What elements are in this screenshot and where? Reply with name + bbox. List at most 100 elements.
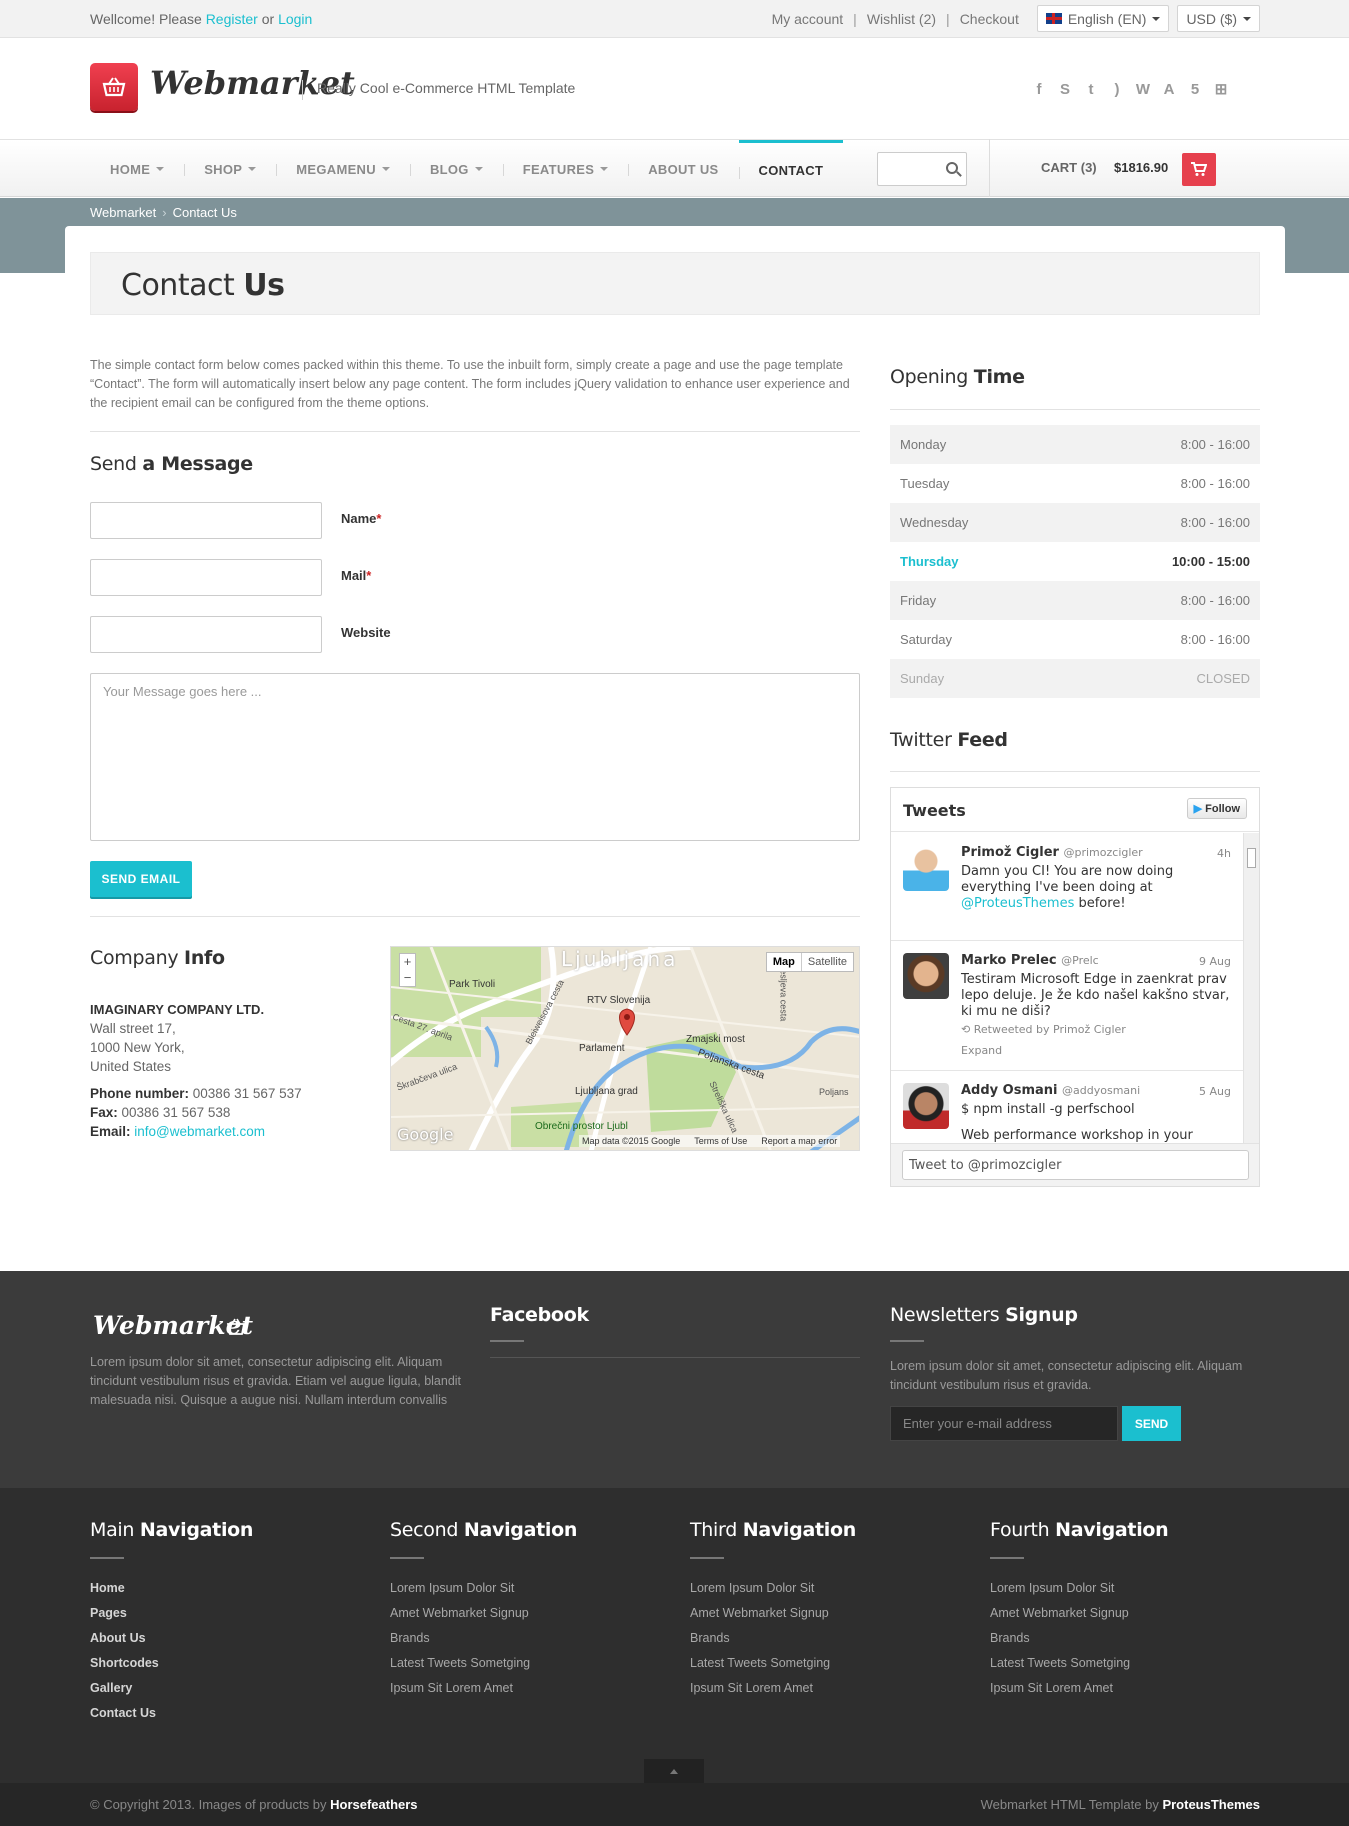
footer-link[interactable]: Lorem Ipsum Dolor Sit <box>690 1576 830 1601</box>
tweet-time[interactable]: 9 Aug <box>1199 955 1231 968</box>
tweet[interactable]: Marko Prelec @Prelc 9 Aug Testiram Micro… <box>891 941 1243 1071</box>
terms-link[interactable]: Terms of Use <box>694 1136 747 1146</box>
footer-link[interactable]: Amet Webmarket Signup <box>690 1601 830 1626</box>
tweet-time[interactable]: 4h <box>1217 847 1231 860</box>
website-field[interactable] <box>90 616 322 653</box>
day-label: Sunday <box>900 671 945 686</box>
windows-icon[interactable]: ⊞ <box>1212 80 1230 98</box>
expand-link[interactable]: Expand <box>961 1044 1002 1057</box>
newsletter-email-input[interactable]: Enter your e-mail address <box>890 1406 1118 1441</box>
tweet[interactable]: Primož Cigler @primozcigler 4h Damn you … <box>891 833 1243 941</box>
zoom-in-button[interactable]: + <box>400 954 415 970</box>
html5-icon[interactable]: 5 <box>1186 80 1204 98</box>
footer-link[interactable]: Gallery <box>90 1676 159 1701</box>
nav-home[interactable]: HOME <box>90 140 184 198</box>
footer-link[interactable]: Pages <box>90 1601 159 1626</box>
footer-link[interactable]: Home <box>90 1576 159 1601</box>
tweet-reply-input[interactable]: Tweet to @primozcigler <box>902 1150 1249 1180</box>
google-map[interactable]: Ljubljana Park Tivoli RTV Slovenija Zmaj… <box>390 946 860 1151</box>
breadcrumb-home[interactable]: Webmarket <box>90 205 156 220</box>
tweet-author[interactable]: Marko Prelec @Prelc <box>961 953 1099 968</box>
logo-basket-icon[interactable] <box>90 63 138 111</box>
nav-blog[interactable]: BLOG <box>409 140 503 198</box>
map-button[interactable]: Map <box>767 953 802 971</box>
zoom-out-button[interactable]: − <box>400 970 415 986</box>
satellite-button[interactable]: Satellite <box>802 953 853 971</box>
send-email-button[interactable]: SEND EMAIL <box>90 861 192 897</box>
retweet-info: ⟲ Retweeted by Primož Cigler <box>961 1023 1126 1036</box>
hours-value: 8:00 - 16:00 <box>1180 593 1250 608</box>
footer-link[interactable]: Amet Webmarket Signup <box>990 1601 1130 1626</box>
footer-link[interactable]: Shortcodes <box>90 1651 159 1676</box>
tweet-author[interactable]: Primož Cigler @primozcigler <box>961 845 1143 860</box>
chevron-down-icon <box>600 167 609 171</box>
nav-features[interactable]: FEATURES <box>502 140 629 198</box>
facebook-icon[interactable]: f <box>1030 80 1048 98</box>
avatar[interactable] <box>903 953 949 999</box>
copyright-link[interactable]: Horsefeathers <box>330 1797 417 1812</box>
search-icon[interactable] <box>946 162 958 174</box>
currency-select[interactable]: USD ($) <box>1177 5 1260 32</box>
follow-button[interactable]: ▶ Follow <box>1186 798 1247 819</box>
credit-link[interactable]: ProteusThemes <box>1162 1797 1260 1812</box>
footer-link[interactable]: Ipsum Sit Lorem Amet <box>390 1676 530 1701</box>
tweet-scrollbar[interactable] <box>1243 833 1259 1143</box>
name-field[interactable] <box>90 502 322 539</box>
footer-link[interactable]: Latest Tweets Sometging <box>990 1651 1130 1676</box>
divider <box>490 1340 524 1342</box>
back-to-top-button[interactable] <box>644 1759 704 1783</box>
language-select[interactable]: English (EN) <box>1036 5 1170 32</box>
footer-link[interactable]: Latest Tweets Sometging <box>690 1651 830 1676</box>
cart-link[interactable]: CART (3) <box>1041 160 1097 175</box>
nav-about-us[interactable]: ABOUT US <box>628 140 738 198</box>
report-error-link[interactable]: Report a map error <box>761 1136 837 1146</box>
footer-link[interactable]: Lorem Ipsum Dolor Sit <box>990 1576 1130 1601</box>
cart-button[interactable] <box>1182 153 1216 186</box>
twitter-icon[interactable]: t <box>1082 80 1100 98</box>
register-link[interactable]: Register <box>206 11 258 27</box>
android-icon[interactable]: A <box>1160 80 1178 98</box>
nav-shop[interactable]: SHOP <box>184 140 276 198</box>
scroll-thumb[interactable] <box>1247 848 1256 868</box>
author-handle: @addyosmani <box>1062 1084 1141 1097</box>
wordpress-icon[interactable]: W <box>1134 80 1152 98</box>
map-footer: Map data ©2015 Google Terms of Use Repor… <box>579 1135 841 1147</box>
message-textarea[interactable]: Your Message goes here ... <box>90 673 860 841</box>
author-name: Primož Cigler <box>961 845 1059 860</box>
my-account-link[interactable]: My account <box>762 11 854 27</box>
footer-link[interactable]: Brands <box>390 1626 530 1651</box>
tweet[interactable]: Addy Osmani @addyosmani 5 Aug $ npm inst… <box>891 1071 1243 1143</box>
breadcrumb-current: Contact Us <box>172 205 237 220</box>
login-link[interactable]: Login <box>278 11 312 27</box>
search-input[interactable] <box>877 152 967 186</box>
nav-megamenu[interactable]: MEGAMENU <box>276 140 410 198</box>
footer-link[interactable]: Latest Tweets Sometging <box>390 1651 530 1676</box>
footer-link[interactable]: Brands <box>990 1626 1130 1651</box>
newsletter-send-button[interactable]: SEND <box>1122 1406 1181 1441</box>
avatar[interactable] <box>903 1083 949 1129</box>
heading-light: Main <box>90 1519 135 1541</box>
avatar[interactable] <box>903 845 949 891</box>
map-label: Obrečni prostor Ljubl <box>535 1121 628 1132</box>
email-link[interactable]: info@webmarket.com <box>134 1124 265 1139</box>
skype-icon[interactable]: S <box>1056 80 1074 98</box>
rss-icon[interactable]: ) <box>1108 80 1126 98</box>
nav-label: HOME <box>110 161 151 177</box>
mail-field[interactable] <box>90 559 322 596</box>
wishlist-link[interactable]: Wishlist (2) <box>857 11 946 27</box>
phone-label: Phone number: <box>90 1086 190 1101</box>
nav-contact[interactable]: CONTACT <box>738 140 844 198</box>
heading-bold: Navigation <box>463 1519 578 1541</box>
footer-link[interactable]: Contact Us <box>90 1701 159 1726</box>
tweet-author[interactable]: Addy Osmani @addyosmani <box>961 1083 1140 1098</box>
footer-link[interactable]: Brands <box>690 1626 830 1651</box>
footer-link[interactable]: Ipsum Sit Lorem Amet <box>690 1676 830 1701</box>
mention-link[interactable]: @ProteusThemes <box>961 896 1074 911</box>
checkout-link[interactable]: Checkout <box>950 11 1029 27</box>
welcome-label: Wellcome! Please <box>90 11 202 27</box>
tweet-time[interactable]: 5 Aug <box>1199 1085 1231 1098</box>
footer-link[interactable]: About Us <box>90 1626 159 1651</box>
footer-link[interactable]: Lorem Ipsum Dolor Sit <box>390 1576 530 1601</box>
footer-link[interactable]: Amet Webmarket Signup <box>390 1601 530 1626</box>
footer-link[interactable]: Ipsum Sit Lorem Amet <box>990 1676 1130 1701</box>
